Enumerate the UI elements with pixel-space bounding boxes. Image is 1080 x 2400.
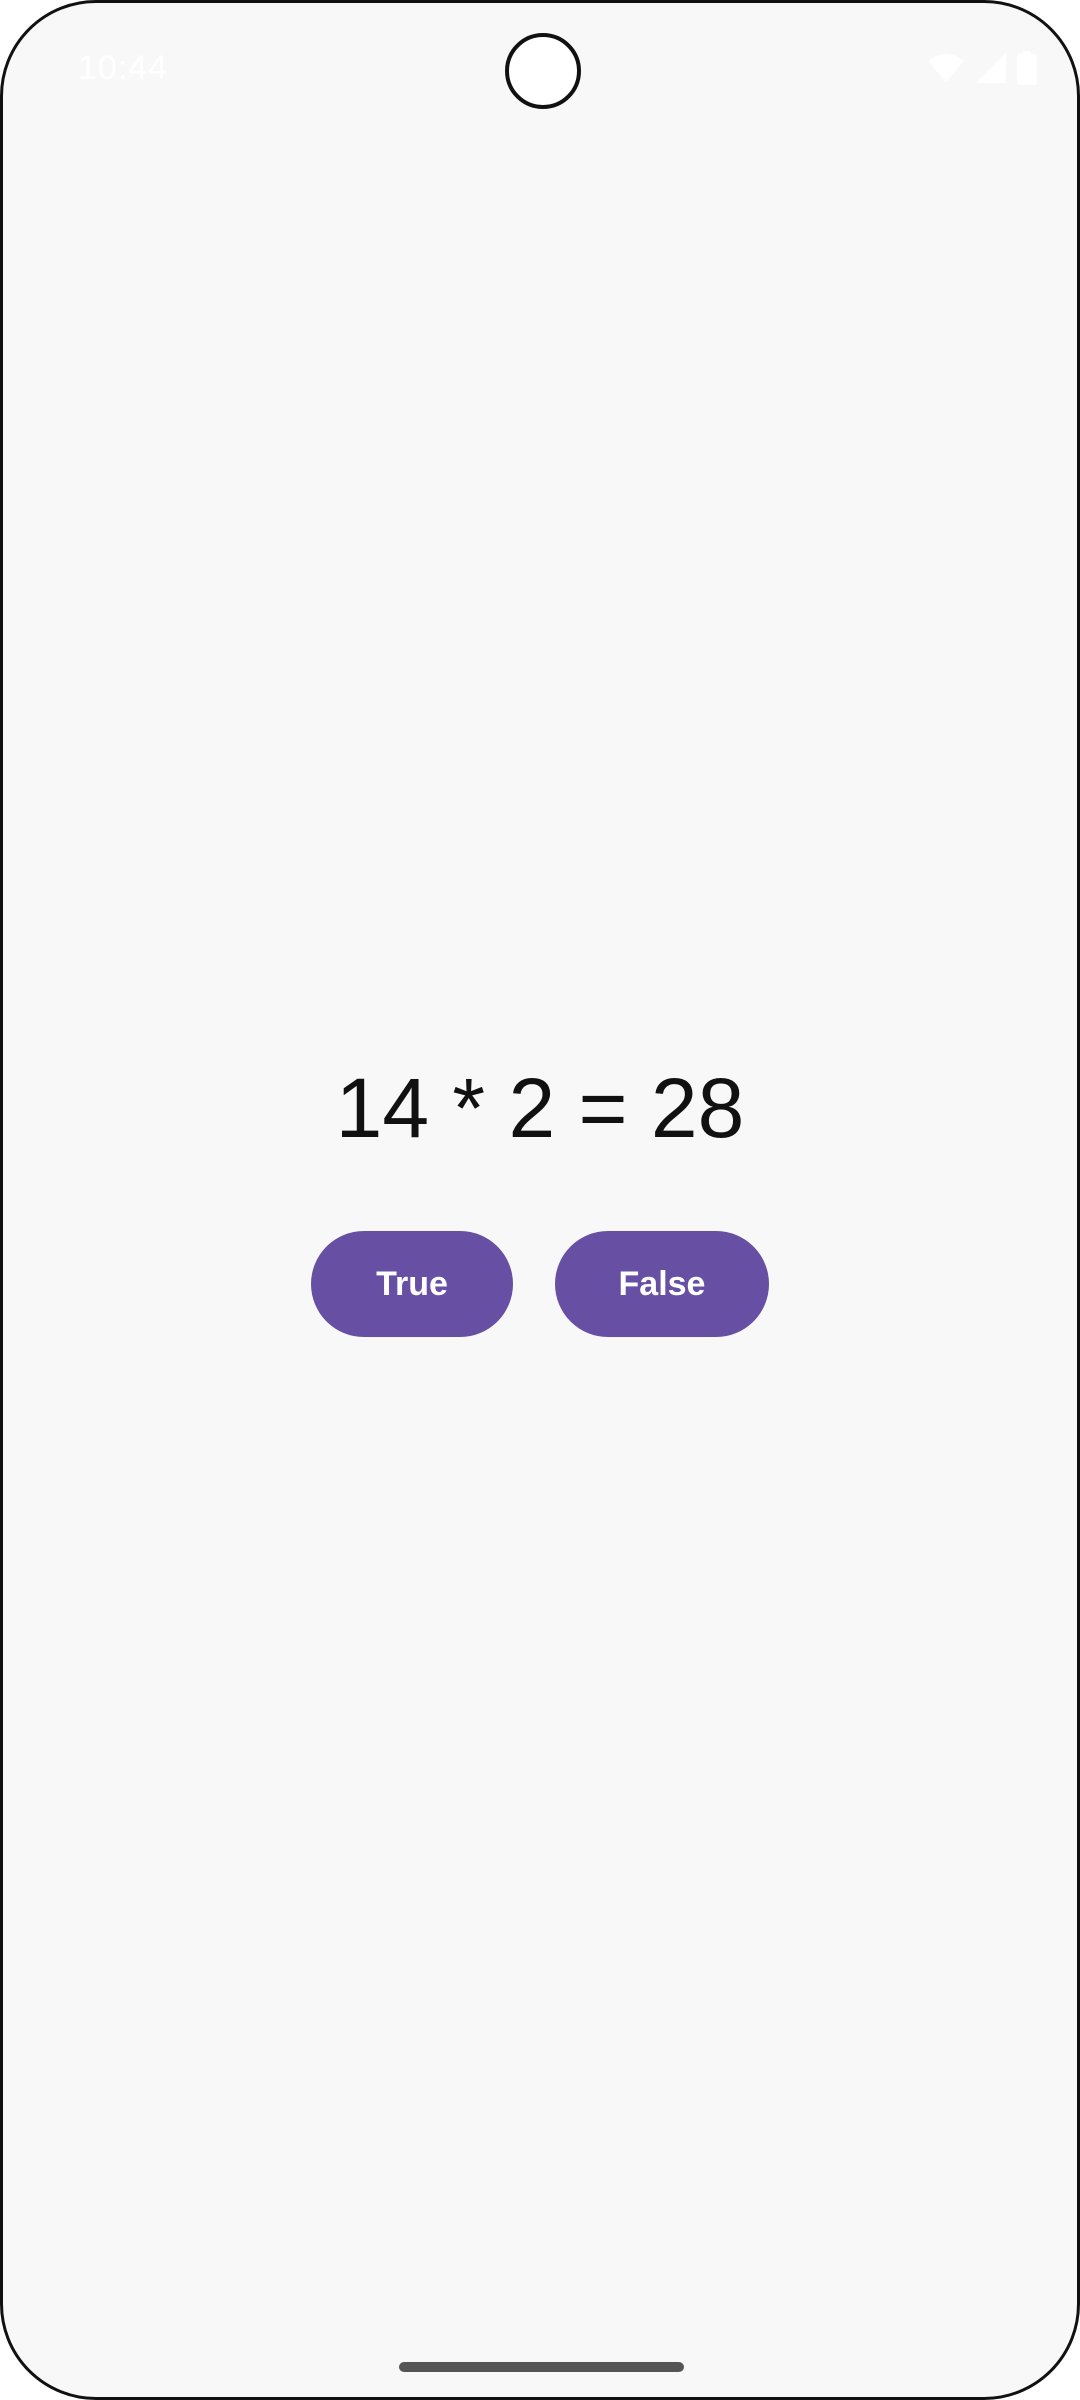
front-camera	[505, 33, 581, 109]
phone-screen: 10:44 14 * 2 = 28 True False	[0, 0, 1080, 2400]
false-button[interactable]: False	[555, 1231, 769, 1337]
home-indicator[interactable]	[399, 2362, 684, 2372]
status-bar: 10:44	[3, 3, 1077, 133]
cellular-signal-icon	[975, 52, 1007, 84]
wifi-icon	[927, 53, 965, 83]
answer-buttons: True False	[3, 1231, 1077, 1337]
quiz-question: 14 * 2 = 28	[335, 1061, 745, 1155]
status-icons	[927, 51, 1037, 85]
battery-icon	[1017, 51, 1037, 85]
status-time: 10:44	[78, 49, 169, 87]
true-button[interactable]: True	[311, 1231, 513, 1337]
